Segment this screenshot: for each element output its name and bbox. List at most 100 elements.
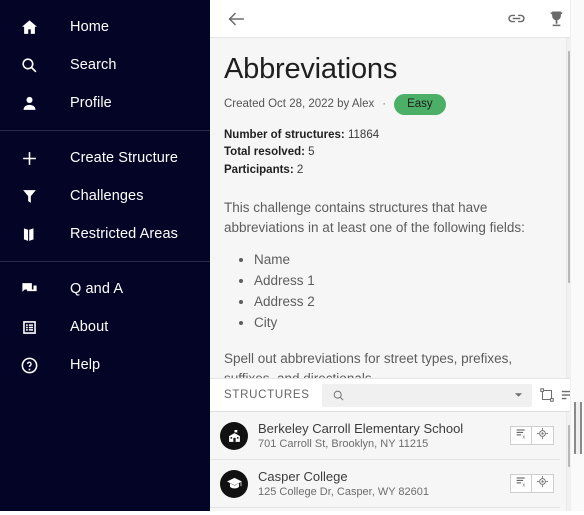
structure-address: 125 College Dr, Casper, WY 82601: [258, 485, 430, 498]
sidebar-item-label: Create Structure: [70, 150, 178, 166]
sidebar-item-profile[interactable]: Profile: [0, 84, 210, 122]
help-circle-icon: [14, 353, 44, 377]
stat-label: Participants:: [224, 164, 294, 177]
sidebar: Home Search Profile Create Structure Cha…: [0, 0, 210, 515]
locate-crosshair-icon: [536, 475, 549, 493]
school-building-icon: [226, 427, 243, 444]
sidebar-group-primary: Home Search Profile: [0, 6, 210, 124]
structure-name: Berkeley Carroll Elementary School: [258, 420, 464, 436]
description-intro: This challenge contains structures that …: [224, 200, 525, 235]
challenge-meta: Created Oct 28, 2022 by Alex · Easy: [224, 94, 558, 115]
sidebar-item-help[interactable]: Help: [0, 346, 210, 384]
stat-number-of-structures: Number of structures: 11864: [224, 127, 558, 145]
stat-value: 5: [308, 146, 315, 159]
sidebar-item-search[interactable]: Search: [0, 46, 210, 84]
main-panel: Abbreviations Created Oct 28, 2022 by Al…: [210, 0, 584, 515]
locate-button[interactable]: [532, 474, 554, 493]
challenge-description-region: Abbreviations Created Oct 28, 2022 by Al…: [210, 38, 584, 378]
row-texts: Casper College 125 College Dr, Casper, W…: [258, 468, 510, 500]
chat-icon: [14, 277, 44, 301]
remove-from-list-icon: x: [515, 475, 528, 493]
sidebar-item-label: Help: [70, 357, 101, 373]
meta-separator: ·: [382, 98, 387, 111]
page-scrollbar-thumb[interactable]: [574, 402, 582, 454]
sidebar-item-label: Challenges: [70, 188, 144, 204]
sidebar-item-q-and-a[interactable]: Q and A: [0, 270, 210, 308]
locate-button[interactable]: [532, 426, 554, 445]
funnel-icon: [14, 184, 44, 208]
page-title: Abbreviations: [224, 53, 398, 85]
sidebar-item-label: Profile: [70, 95, 112, 111]
row-actions: x: [510, 474, 554, 493]
stat-value: 2: [296, 164, 304, 177]
leaderboard-button[interactable]: [542, 5, 570, 33]
structures-toolbar: STRUCTURES: [210, 378, 584, 412]
challenge-description: Abbreviations Created Oct 28, 2022 by Al…: [210, 38, 584, 378]
select-shape-icon: [539, 388, 554, 402]
sidebar-item-label: Home: [70, 19, 110, 35]
sidebar-item-label: Restricted Areas: [70, 226, 178, 242]
structures-section-label: STRUCTURES: [224, 389, 310, 401]
stat-label: Total resolved:: [224, 146, 305, 159]
structures-list: Berkeley Carroll Elementary School 701 C…: [210, 412, 584, 508]
copy-link-button[interactable]: [502, 5, 530, 33]
remove-from-list-button[interactable]: x: [510, 474, 532, 493]
challenge-header-bar: [210, 0, 584, 38]
table-row[interactable]: Berkeley Carroll Elementary School 701 C…: [210, 412, 560, 460]
graduation-cap-icon: [226, 475, 243, 492]
description-field-list: Name Address 1 Address 2 City: [254, 250, 558, 333]
link-icon: [506, 8, 527, 29]
stat-value: 11864: [347, 128, 380, 141]
search-input[interactable]: [344, 388, 512, 402]
created-by-text: Created Oct 28, 2022 by Alex: [224, 98, 375, 111]
challenge-stats: Number of structures: 11864 Total resolv…: [224, 127, 558, 180]
sidebar-item-challenges[interactable]: Challenges: [0, 177, 210, 215]
search-icon: [332, 389, 345, 402]
sidebar-item-restricted-areas[interactable]: Restricted Areas: [0, 215, 210, 253]
list-item: Address 2: [254, 292, 558, 312]
sidebar-group-actions: Create Structure Challenges Restricted A…: [0, 137, 210, 255]
svg-text:x: x: [522, 434, 525, 439]
sidebar-item-create-structure[interactable]: Create Structure: [0, 139, 210, 177]
list-item: Name: [254, 250, 558, 270]
person-icon: [14, 91, 44, 115]
list-item: City: [254, 313, 558, 333]
svg-text:x: x: [522, 482, 525, 487]
app-root: Home Search Profile Create Structure Cha…: [0, 0, 584, 515]
sidebar-divider: [0, 261, 210, 262]
home-icon: [14, 15, 44, 39]
structures-search-box[interactable]: [321, 383, 532, 407]
row-texts: Berkeley Carroll Elementary School 701 C…: [258, 420, 510, 452]
sidebar-item-about[interactable]: About: [0, 308, 210, 346]
remove-from-list-icon: x: [515, 427, 528, 445]
difficulty-badge: Easy: [394, 94, 446, 115]
sidebar-item-label: Search: [70, 57, 117, 73]
sidebar-group-info: Q and A About Help: [0, 268, 210, 386]
sidebar-item-home[interactable]: Home: [0, 8, 210, 46]
plus-icon: [14, 146, 44, 170]
list-box-icon: [14, 315, 44, 339]
chevron-down-icon[interactable]: [512, 385, 526, 405]
stat-total-resolved: Total resolved: 5: [224, 144, 558, 162]
sidebar-divider: [0, 130, 210, 131]
list-item: Address 1: [254, 271, 558, 291]
description-outro: Spell out abbreviations for street types…: [224, 350, 513, 378]
row-actions: x: [510, 426, 554, 445]
select-shape-button[interactable]: [536, 384, 558, 406]
locate-crosshair-icon: [536, 427, 549, 445]
table-row[interactable]: Casper College 125 College Dr, Casper, W…: [210, 460, 560, 508]
avatar: [220, 421, 248, 450]
remove-from-list-button[interactable]: x: [510, 426, 532, 445]
map-icon: [14, 222, 44, 246]
stat-participants: Participants: 2: [224, 162, 558, 180]
structure-name: Casper College: [258, 468, 348, 484]
trophy-icon: [546, 8, 567, 29]
bottom-edge: [0, 511, 584, 515]
structure-address: 701 Carroll St, Brooklyn, NY 11215: [258, 437, 429, 450]
page-scrollbar[interactable]: [570, 0, 584, 515]
structures-list-region: Berkeley Carroll Elementary School 701 C…: [210, 412, 584, 515]
avatar: [220, 469, 248, 498]
stat-label: Number of structures:: [224, 128, 345, 141]
search-icon: [14, 53, 44, 77]
back-button[interactable]: [222, 5, 250, 33]
